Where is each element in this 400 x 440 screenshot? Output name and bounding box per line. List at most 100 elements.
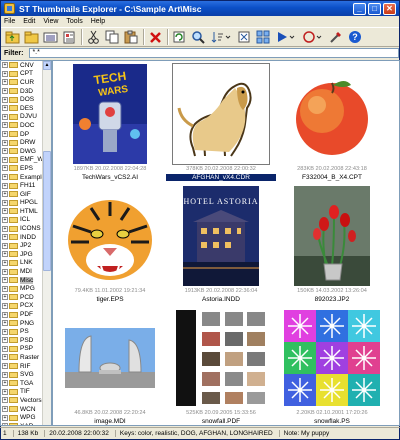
help-icon[interactable]: ? [347,29,363,45]
thumbnail-item[interactable]: TECH WARS 1897KB 20.02.2008 22:04:28 TechWa… [55,63,165,183]
maximize-button[interactable]: □ [368,2,381,15]
thumbnail-filename[interactable]: image.MDI [55,418,165,425]
thumbnail-item[interactable]: 150KB 14.03.2002 13:26:04 892023.JP2 [277,185,387,305]
thumbnail-item[interactable]: HOTEL ASTORIA 1913KB 20.02.2008 22:36:04 A… [166,185,276,305]
minimize-button[interactable]: _ [353,2,366,15]
thumbnail-item[interactable]: 525KB 20.09.2005 15:33:56 snowfall.PDF [166,307,276,425]
expand-icon[interactable]: + [2,79,8,86]
menu-edit[interactable]: Edit [23,18,35,25]
snowflake-grid-image[interactable] [283,307,381,409]
expand-icon[interactable]: + [2,363,8,370]
filter-input[interactable]: *.* [29,48,399,58]
scrollbar-thumb[interactable] [43,151,51,271]
expand-icon[interactable]: + [2,371,8,378]
thumbnail-filename[interactable]: snowfall.PDF [166,418,276,425]
expand-icon[interactable]: + [2,156,8,163]
tiger-image[interactable] [61,185,159,287]
expand-icon[interactable]: + [2,406,8,413]
thumbnail-filename[interactable]: F332004_B_X4.CPT [277,174,387,181]
expand-icon[interactable]: + [2,225,8,232]
refresh-icon[interactable] [171,29,187,45]
expand-icon[interactable]: + [2,88,8,95]
expand-icon[interactable]: + [2,311,8,318]
city-hall-image[interactable] [61,307,159,409]
expand-icon[interactable]: + [2,302,8,309]
sort-dropdown-icon[interactable] [209,29,233,45]
thumbnail-item[interactable]: 46.8KB 20.02.2008 22:20:24 image.MDI [55,307,165,425]
peach-image[interactable] [283,63,381,165]
expand-icon[interactable]: + [2,216,8,223]
expand-icon[interactable]: + [2,328,8,335]
expand-icon[interactable]: + [2,139,8,146]
thumbnail-filename[interactable]: 892023.JP2 [277,296,387,303]
paste-icon[interactable] [123,29,139,45]
expand-icon[interactable]: + [2,354,8,361]
expand-icon[interactable]: + [2,337,8,344]
folder-up-icon[interactable] [4,29,20,45]
expand-icon[interactable]: + [2,345,8,352]
expand-icon[interactable]: + [2,96,8,103]
expand-icon[interactable]: + [2,251,8,258]
tools-icon[interactable] [328,29,344,45]
expand-icon[interactable]: + [2,259,8,266]
thumbnail-item[interactable]: 2.20KB 02.10.2001 17:20:26 snowflak.PS [277,307,387,425]
thumbnail-filename[interactable]: tiger.EPS [55,296,165,303]
folder-tree[interactable]: + CNV + CPT + CUR + D3D + DOS + DES + DJVU + DOC + DP + DRW… [0,60,52,426]
expand-icon[interactable]: + [2,165,8,172]
expand-icon[interactable]: + [2,397,8,404]
folder-tree-icon[interactable] [23,29,39,45]
expand-icon[interactable]: + [2,380,8,387]
expand-icon[interactable]: + [2,174,8,181]
expand-icon[interactable]: + [2,234,8,241]
view-mode-icon[interactable] [255,29,271,45]
expand-icon[interactable]: + [2,131,8,138]
expand-icon[interactable]: + [2,242,8,249]
thumbnail-item[interactable]: 79.4KB 11.01.2002 19:21:34 tiger.EPS [55,185,165,305]
expand-icon[interactable]: + [2,148,8,155]
expand-icon[interactable]: + [2,414,8,421]
expand-icon[interactable]: + [2,294,8,301]
pdf-pages-image[interactable] [172,307,270,409]
delete-icon[interactable] [147,29,163,45]
menu-view[interactable]: View [43,18,58,25]
expand-icon[interactable]: + [2,208,8,215]
red-tulips-image[interactable] [283,185,381,287]
thumbnail-view[interactable]: TECH WARS 1897KB 20.02.2008 22:04:28 TechWa… [52,60,400,426]
afghan-hound-image[interactable] [172,63,270,165]
expand-icon[interactable]: + [2,268,8,275]
view-list-icon[interactable] [42,29,58,45]
rotate-icon[interactable] [301,29,325,45]
thumbnail-filename[interactable]: AFGHAN_vX4.CDR [166,174,276,181]
expand-icon[interactable]: + [2,113,8,120]
hotel-astoria-image[interactable]: HOTEL ASTORIA [172,185,270,287]
thumbnail-filename[interactable]: Astoria.INDD [166,296,276,303]
thumbnail-filename[interactable]: TechWars_vCS2.AI [55,174,165,181]
menu-file[interactable]: File [4,18,15,25]
expand-icon[interactable]: + [2,105,8,112]
fit-thumbnails-icon[interactable] [236,29,252,45]
menu-help[interactable]: Help [91,18,105,25]
expand-icon[interactable]: + [2,277,8,284]
expand-icon[interactable]: + [2,285,8,292]
thumbnail-item[interactable]: 283KB 20.02.2008 22:43:18 F332004_B_X4.CP… [277,63,387,183]
expand-icon[interactable]: + [2,423,8,425]
expand-icon[interactable]: + [2,191,8,198]
expand-icon[interactable]: + [2,122,8,129]
title-bar[interactable]: ST Thumbnails Explorer - C:\Sample Art\M… [1,1,399,16]
search-icon[interactable] [190,29,206,45]
expand-icon[interactable]: + [2,182,8,189]
expand-icon[interactable]: + [2,70,8,77]
expand-icon[interactable]: + [2,320,8,327]
menu-tools[interactable]: Tools [66,18,82,25]
techwars-poster-image[interactable]: TECH WARS [61,63,159,165]
scroll-up-arrow-icon[interactable]: ▲ [43,61,51,70]
slideshow-play-icon[interactable] [274,29,298,45]
expand-icon[interactable]: + [2,388,8,395]
expand-icon[interactable]: + [2,62,8,69]
copy-icon[interactable] [104,29,120,45]
thumbnail-filename[interactable]: snowflak.PS [277,418,387,425]
thumbnail-item[interactable]: 378KB 20.02.2008 22:00:32 AFGHAN_vX4.CDR [166,63,276,183]
properties-icon[interactable] [61,29,77,45]
expand-icon[interactable]: + [2,199,8,206]
cut-icon[interactable] [85,29,101,45]
